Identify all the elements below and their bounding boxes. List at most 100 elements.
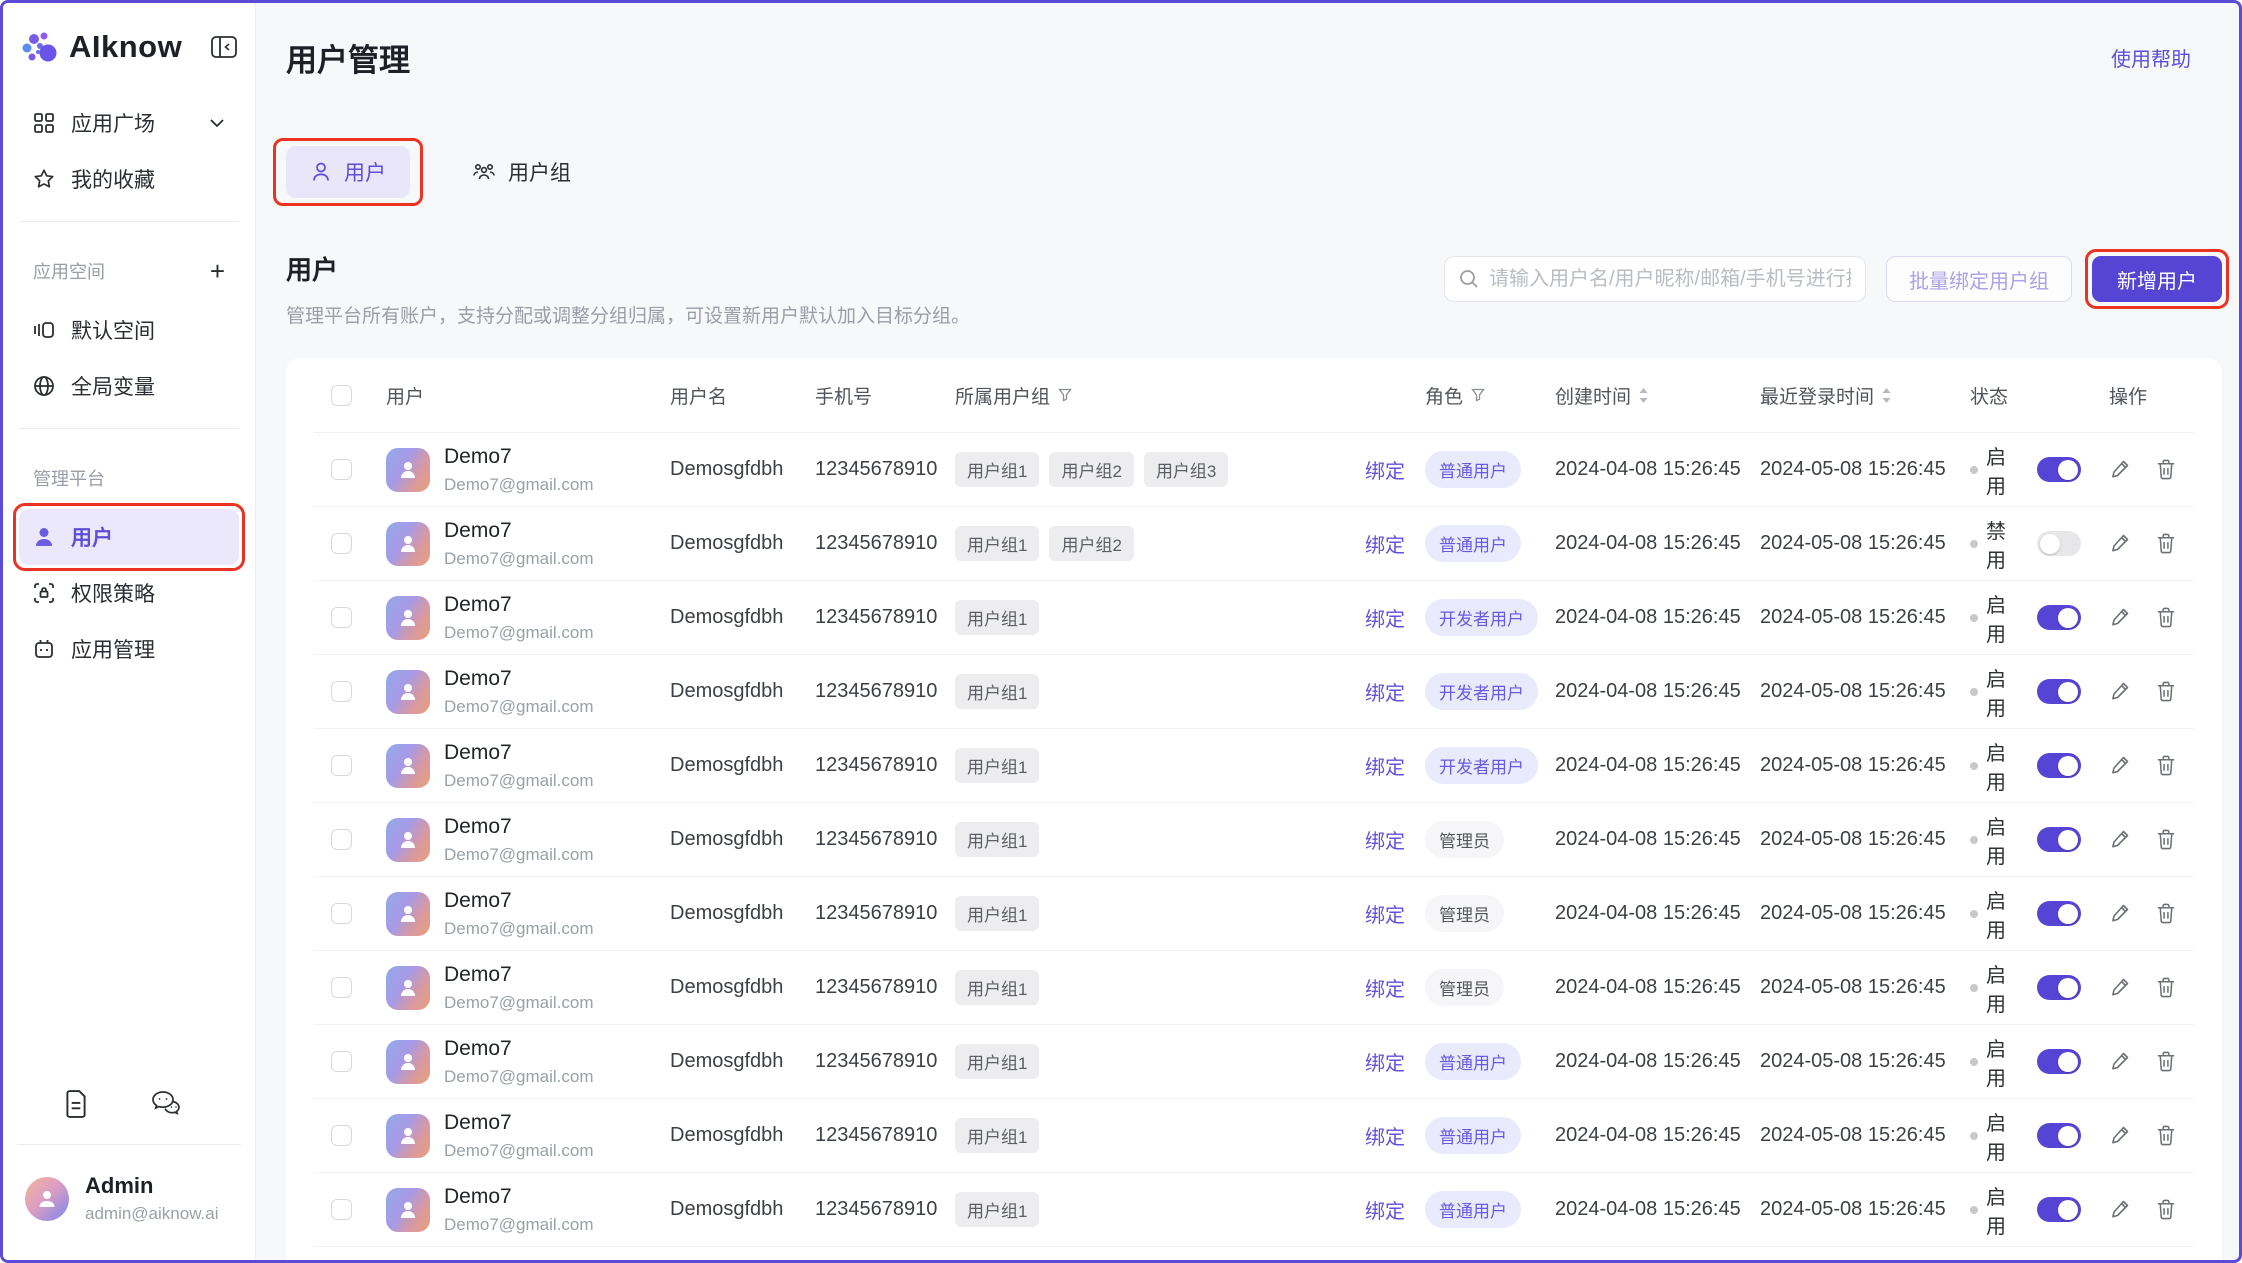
row-checkbox[interactable] <box>331 533 352 554</box>
admin-avatar <box>25 1177 69 1221</box>
sidebar-collapse-icon[interactable] <box>209 34 239 60</box>
select-all-checkbox[interactable] <box>331 385 352 406</box>
edit-icon[interactable] <box>2109 1051 2130 1072</box>
row-checkbox[interactable] <box>331 607 352 628</box>
row-checkbox[interactable] <box>331 1051 352 1072</box>
filter-icon[interactable] <box>1471 388 1485 402</box>
edit-icon[interactable] <box>2109 977 2130 998</box>
status-toggle[interactable] <box>2037 901 2081 926</box>
delete-icon[interactable] <box>2156 459 2176 480</box>
add-user-button[interactable]: 新增用户 <box>2092 256 2222 302</box>
group-tag: 用户组1 <box>955 822 1039 857</box>
status-toggle[interactable] <box>2037 753 2081 778</box>
status-toggle[interactable] <box>2037 1049 2081 1074</box>
globe-icon <box>33 375 55 397</box>
status-toggle[interactable] <box>2037 827 2081 852</box>
search-input[interactable] <box>1489 268 1851 291</box>
status-toggle[interactable] <box>2037 1123 2081 1148</box>
delete-icon[interactable] <box>2156 1125 2176 1146</box>
status-dot <box>1970 910 1978 918</box>
user-avatar <box>386 818 430 862</box>
filter-icon[interactable] <box>1058 388 1072 402</box>
user-avatar <box>386 522 430 566</box>
row-checkbox[interactable] <box>331 1199 352 1220</box>
bind-link[interactable]: 绑定 <box>1365 973 1405 1002</box>
batch-bind-group-button[interactable]: 批量绑定用户组 <box>1886 256 2072 302</box>
bind-link[interactable]: 绑定 <box>1365 899 1405 928</box>
created-cell: 2024-04-08 15:26:45 <box>1541 976 1746 999</box>
delete-icon[interactable] <box>2156 1051 2176 1072</box>
status-label: 启用 <box>1986 1033 2021 1091</box>
delete-icon[interactable] <box>2156 1199 2176 1220</box>
col-header-groups[interactable]: 所属用户组 <box>941 382 1351 409</box>
bind-link[interactable]: 绑定 <box>1365 455 1405 484</box>
help-link[interactable]: 使用帮助 <box>2111 43 2191 72</box>
delete-icon[interactable] <box>2156 977 2176 998</box>
sidebar-item-app-management[interactable]: 应用管理 <box>19 621 239 677</box>
row-checkbox[interactable] <box>331 977 352 998</box>
status-toggle[interactable] <box>2037 605 2081 630</box>
tab-user-groups[interactable]: 用户组 <box>448 146 595 198</box>
bind-link[interactable]: 绑定 <box>1365 751 1405 780</box>
row-checkbox[interactable] <box>331 755 352 776</box>
edit-icon[interactable] <box>2109 829 2130 850</box>
edit-icon[interactable] <box>2109 1125 2130 1146</box>
col-header-created[interactable]: 创建时间 <box>1541 382 1746 409</box>
status-toggle[interactable] <box>2037 679 2081 704</box>
sidebar-item-favorites[interactable]: 我的收藏 <box>19 151 239 207</box>
delete-icon[interactable] <box>2156 607 2176 628</box>
edit-icon[interactable] <box>2109 533 2130 554</box>
delete-icon[interactable] <box>2156 681 2176 702</box>
status-label: 启用 <box>1986 1255 2021 1261</box>
edit-icon[interactable] <box>2109 459 2130 480</box>
sort-icon[interactable] <box>1639 388 1648 403</box>
bind-link[interactable]: 绑定 <box>1365 677 1405 706</box>
bind-link[interactable]: 绑定 <box>1365 529 1405 558</box>
edit-icon[interactable] <box>2109 755 2130 776</box>
sidebar-item-app-plaza[interactable]: 应用广场 <box>19 95 239 151</box>
tab-users[interactable]: 用户 <box>286 146 410 198</box>
group-tag: 用户组1 <box>955 1044 1039 1079</box>
sidebar-item-users[interactable]: 用户 <box>19 509 239 565</box>
delete-icon[interactable] <box>2156 755 2176 776</box>
row-checkbox[interactable] <box>331 681 352 702</box>
status-toggle[interactable] <box>2037 1197 2081 1222</box>
delete-icon[interactable] <box>2156 829 2176 850</box>
col-header-last-login[interactable]: 最近登录时间 <box>1746 382 1956 409</box>
profile-block[interactable]: Admin admin@aiknow.ai <box>19 1145 239 1260</box>
bind-link[interactable]: 绑定 <box>1365 825 1405 854</box>
edit-icon[interactable] <box>2109 903 2130 924</box>
status-toggle[interactable] <box>2037 975 2081 1000</box>
row-checkbox[interactable] <box>331 459 352 480</box>
bind-link[interactable]: 绑定 <box>1365 1121 1405 1150</box>
role-badge: 开发者用户 <box>1425 599 1538 636</box>
col-header-role[interactable]: 角色 <box>1411 382 1541 409</box>
add-space-button[interactable]: + <box>210 258 225 284</box>
tab-bar: 用户 用户组 <box>286 146 2239 198</box>
row-checkbox[interactable] <box>331 1125 352 1146</box>
sort-icon[interactable] <box>1882 388 1891 403</box>
edit-icon[interactable] <box>2109 1199 2130 1220</box>
bind-link[interactable]: 绑定 <box>1365 1047 1405 1076</box>
edit-icon[interactable] <box>2109 681 2130 702</box>
search-box[interactable] <box>1444 256 1866 302</box>
row-checkbox[interactable] <box>331 903 352 924</box>
sidebar-item-permission-policy[interactable]: 权限策略 <box>19 565 239 621</box>
phone-cell: 12345678910 <box>801 754 941 777</box>
document-icon[interactable] <box>63 1090 89 1118</box>
bind-link[interactable]: 绑定 <box>1365 1195 1405 1224</box>
created-cell: 2024-04-08 15:26:45 <box>1541 606 1746 629</box>
status-toggle[interactable] <box>2037 457 2081 482</box>
sidebar-item-default-space[interactable]: 默认空间 <box>19 302 239 358</box>
edit-icon[interactable] <box>2109 607 2130 628</box>
row-checkbox[interactable] <box>331 829 352 850</box>
sidebar-item-global-vars[interactable]: 全局变量 <box>19 358 239 414</box>
status-dot <box>1970 762 1978 770</box>
status-toggle[interactable] <box>2037 531 2081 556</box>
user-email: Demo7@gmail.com <box>444 1215 594 1235</box>
delete-icon[interactable] <box>2156 533 2176 554</box>
wechat-icon[interactable] <box>151 1090 181 1118</box>
chevron-down-icon <box>209 118 225 128</box>
delete-icon[interactable] <box>2156 903 2176 924</box>
bind-link[interactable]: 绑定 <box>1365 603 1405 632</box>
